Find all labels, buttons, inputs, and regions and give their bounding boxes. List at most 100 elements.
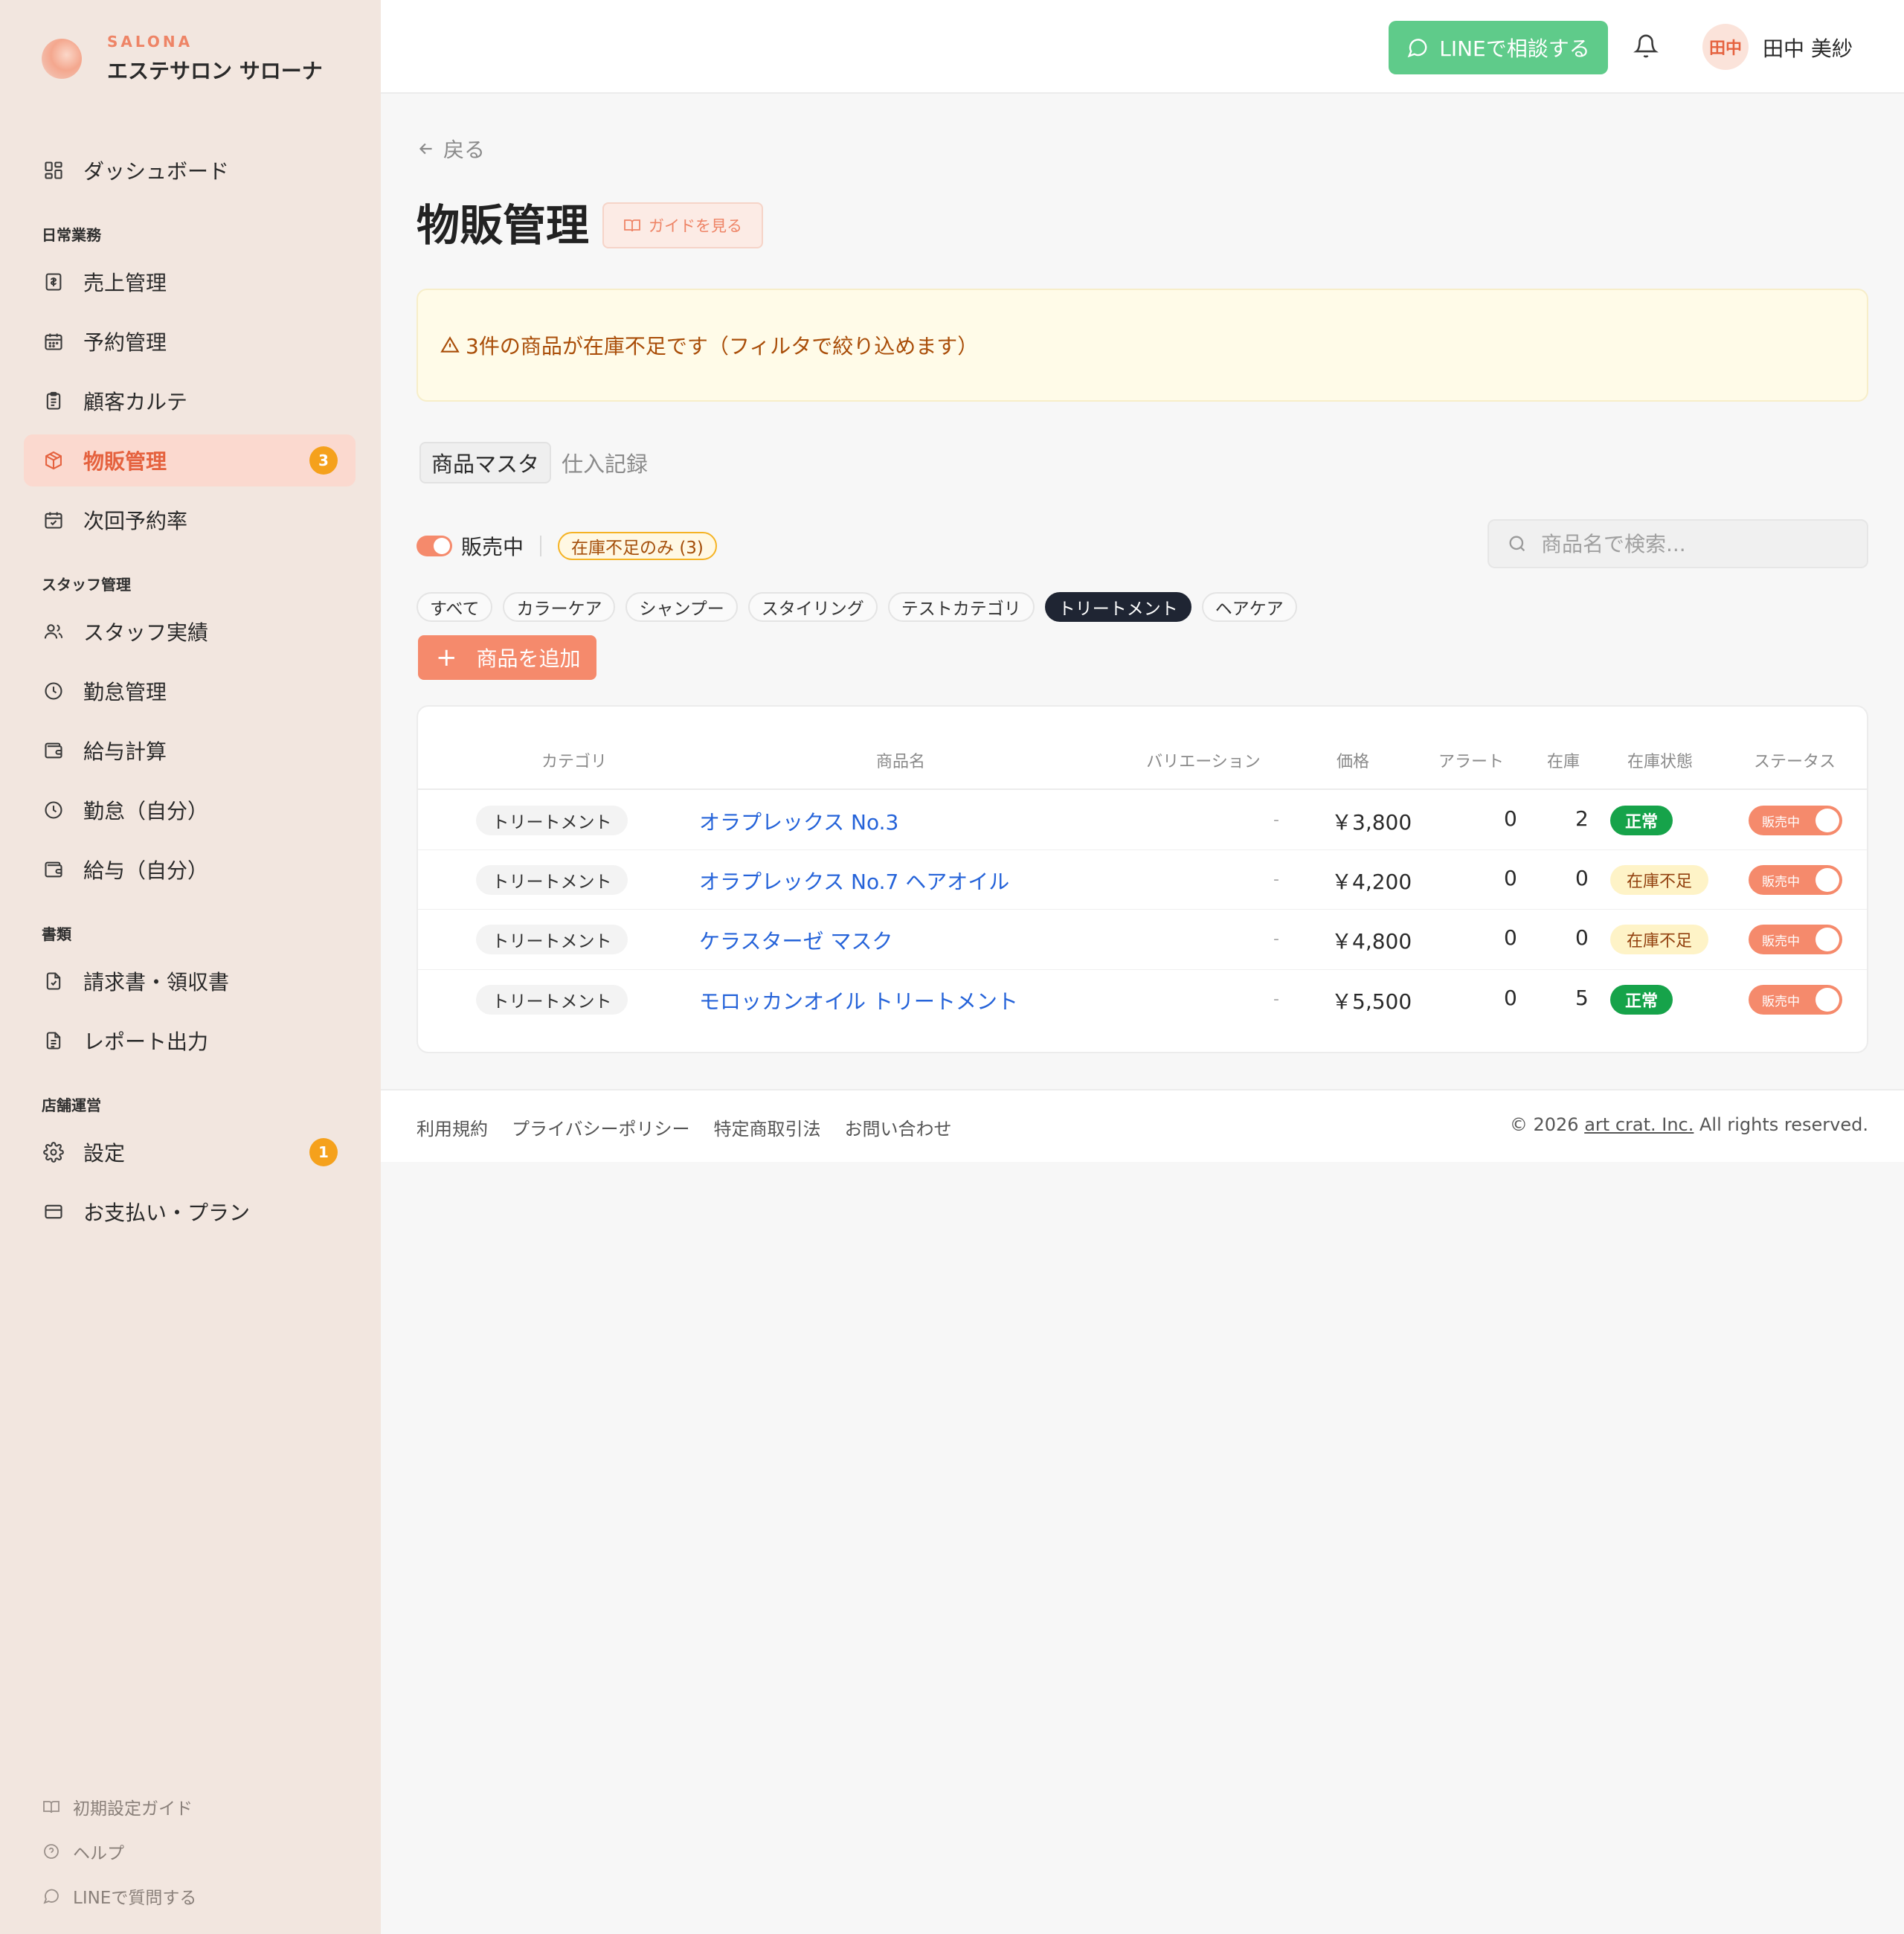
top-header: LINEで相談する 田中 田中 美紗	[381, 0, 1904, 94]
sidebar-item-dashboard[interactable]: ダッシュボード	[24, 144, 356, 196]
sidebar-link-help[interactable]: ヘルプ	[42, 1839, 124, 1864]
view-guide-button[interactable]: ガイドを見る	[602, 202, 763, 248]
view-guide-label: ガイドを見る	[649, 217, 742, 235]
user-name[interactable]: 田中 美紗	[1763, 33, 1853, 62]
sidebar-link-label: LINEで質問する	[73, 1889, 197, 1908]
sidebar-item-staff-performance[interactable]: スタッフ実績	[24, 605, 356, 658]
column-header-price[interactable]: 価格	[1337, 748, 1369, 772]
product-name-link[interactable]: オラプレックス No.7 ヘアオイル	[699, 866, 1009, 896]
sidebar-item-settings[interactable]: 設定 1	[24, 1126, 356, 1178]
sidebar-item-customer-records[interactable]: 顧客カルテ	[24, 375, 356, 427]
calendar-icon	[42, 330, 65, 353]
variation-value: -	[1273, 930, 1279, 948]
sidebar-item-retail-management[interactable]: 物販管理 3	[24, 434, 356, 486]
sale-status-toggle[interactable]: 販売中	[1749, 865, 1842, 895]
stock-value: 5	[1575, 986, 1589, 1010]
copyright-suffix: All rights reserved.	[1699, 1114, 1868, 1135]
tab-purchase-records[interactable]: 仕入記録	[551, 443, 658, 482]
category-chip-treatment[interactable]: トリートメント	[1044, 592, 1191, 622]
search-icon	[1507, 533, 1528, 554]
footer-link-terms[interactable]: 利用規約	[416, 1114, 488, 1140]
sidebar-item-my-salary[interactable]: 給与（自分）	[24, 844, 356, 896]
chat-icon	[1406, 36, 1429, 59]
category-chip-all[interactable]: すべて	[416, 592, 493, 622]
brand[interactable]: SALONA エステサロン サローナ	[42, 33, 323, 85]
package-icon	[42, 449, 65, 472]
category-chip-hair-care[interactable]: ヘアケア	[1201, 592, 1297, 622]
price-value: ￥4,200	[1331, 870, 1412, 894]
sidebar-item-label: 給与計算	[83, 739, 167, 764]
sidebar-link-line-question[interactable]: LINEで質問する	[42, 1883, 196, 1909]
filter-bar: 販売中 在庫不足のみ (3)	[416, 531, 717, 561]
sidebar-item-report-export[interactable]: レポート出力	[24, 1015, 356, 1067]
category-filter-chips: すべて カラーケア シャンプー スタイリング テストカテゴリ トリートメント ヘ…	[416, 592, 1308, 622]
clock-icon	[42, 798, 65, 822]
sidebar-link-setup-guide[interactable]: 初期設定ガイド	[42, 1794, 193, 1819]
receipt-icon	[42, 270, 65, 294]
sidebar-item-reservations[interactable]: 予約管理	[24, 315, 356, 367]
sidebar-item-next-booking-rate[interactable]: 次回予約率	[24, 494, 356, 546]
stock-status-badge: 在庫不足	[1610, 925, 1708, 954]
sale-status-label: 販売中	[1762, 995, 1800, 1009]
column-header-product-name[interactable]: 商品名	[876, 748, 925, 772]
tab-bar: 商品マスタ 仕入記録	[419, 442, 658, 484]
sale-status-toggle[interactable]: 販売中	[1749, 985, 1842, 1015]
category-chip-color-care[interactable]: カラーケア	[503, 592, 616, 622]
column-header-status[interactable]: ステータス	[1754, 748, 1836, 772]
category-tag: トリートメント	[476, 806, 628, 835]
category-tag: トリートメント	[476, 985, 628, 1015]
brand-name-en: SALONA	[107, 33, 193, 51]
sidebar-item-billing-plan[interactable]: お支払い・プラン	[24, 1186, 356, 1238]
low-stock-filter-chip[interactable]: 在庫不足のみ (3)	[558, 532, 717, 560]
tab-product-master[interactable]: 商品マスタ	[419, 442, 552, 484]
product-name-link[interactable]: モロッカンオイル トリートメント	[699, 986, 1018, 1015]
product-name-link[interactable]: オラプレックス No.3	[699, 806, 898, 836]
column-header-alert[interactable]: アラート	[1438, 748, 1504, 772]
on-sale-toggle[interactable]	[416, 536, 452, 556]
toggle-knob	[1815, 988, 1839, 1012]
sale-status-label: 販売中	[1762, 934, 1800, 949]
sale-status-toggle[interactable]: 販売中	[1749, 806, 1842, 835]
column-header-variation[interactable]: バリエーション	[1146, 748, 1261, 772]
column-header-stock-status[interactable]: 在庫状態	[1627, 748, 1693, 772]
calendar-check-icon	[42, 508, 65, 532]
sidebar-item-payroll[interactable]: 給与計算	[24, 725, 356, 777]
price-value: ￥3,800	[1331, 810, 1412, 835]
arrow-left-icon	[416, 139, 436, 158]
back-link[interactable]: 戻る	[416, 134, 485, 164]
column-header-category[interactable]: カテゴリ	[541, 748, 607, 772]
credit-card-icon	[42, 1200, 65, 1224]
alert-value: 0	[1504, 806, 1517, 831]
footer-link-privacy[interactable]: プライバシーポリシー	[512, 1114, 690, 1140]
toggle-knob	[1815, 928, 1839, 951]
sale-status-toggle[interactable]: 販売中	[1749, 925, 1842, 954]
book-icon	[42, 1797, 61, 1816]
page-footer: 利用規約 プライバシーポリシー 特定商取引法 お問い合わせ © 2026 art…	[381, 1089, 1904, 1162]
product-name-link[interactable]: ケラスターゼ マスク	[699, 925, 892, 955]
alert-value: 0	[1504, 866, 1517, 890]
company-link[interactable]: art crat. Inc.	[1584, 1114, 1694, 1135]
sidebar-item-invoices[interactable]: 請求書・領収書	[24, 955, 356, 1007]
avatar[interactable]: 田中	[1702, 24, 1749, 70]
sidebar-item-label: ダッシュボード	[83, 159, 230, 184]
sidebar-item-label: 勤怠管理	[83, 680, 167, 704]
sidebar-link-label: 初期設定ガイド	[73, 1799, 193, 1819]
sidebar-item-label: 物販管理	[83, 449, 167, 474]
clipboard-icon	[42, 389, 65, 413]
category-chip-styling[interactable]: スタイリング	[747, 592, 878, 622]
line-consult-button[interactable]: LINEで相談する	[1389, 21, 1608, 74]
add-product-button[interactable]: + 商品を追加	[418, 635, 596, 680]
sidebar-item-my-attendance[interactable]: 勤怠（自分）	[24, 784, 356, 836]
search-input[interactable]	[1540, 530, 1855, 557]
sidebar-item-sales[interactable]: 売上管理	[24, 256, 356, 308]
bell-icon[interactable]	[1633, 33, 1659, 60]
page-title: 物販管理	[416, 200, 590, 251]
book-icon	[623, 216, 641, 234]
copyright: © 2026 art crat. Inc. All rights reserve…	[1510, 1114, 1868, 1135]
category-chip-test[interactable]: テストカテゴリ	[887, 592, 1035, 622]
footer-link-contact[interactable]: お問い合わせ	[845, 1114, 952, 1140]
column-header-stock[interactable]: 在庫	[1547, 748, 1580, 772]
category-chip-shampoo[interactable]: シャンプー	[625, 592, 738, 622]
sidebar-item-attendance[interactable]: 勤怠管理	[24, 665, 356, 717]
footer-link-commercial-law[interactable]: 特定商取引法	[714, 1114, 821, 1140]
